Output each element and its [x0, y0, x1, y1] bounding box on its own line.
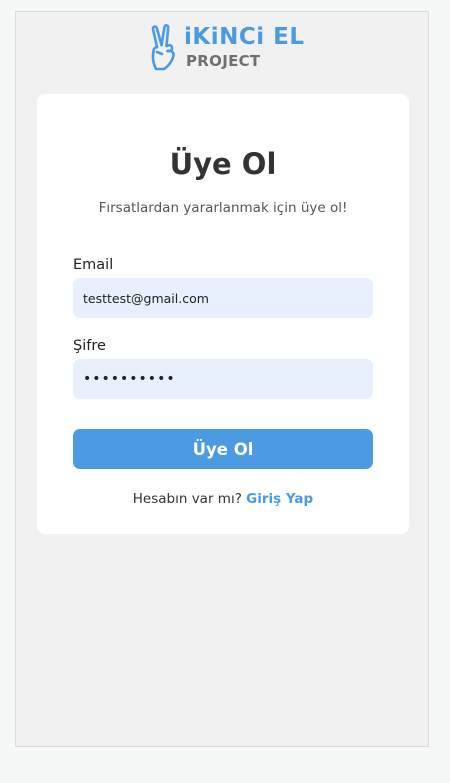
logo-title: iKiNCi EL [184, 24, 305, 50]
email-field[interactable] [73, 278, 373, 318]
password-field[interactable] [73, 359, 373, 399]
login-prompt-text: Hesabın var mı? [132, 491, 247, 507]
app-frame: iKiNCi EL PROJECT Üye Ol Fırsatlardan ya… [15, 11, 429, 747]
email-label: Email [73, 257, 114, 273]
login-link[interactable]: Giriş Yap [246, 491, 313, 507]
brand-logo: iKiNCi EL PROJECT [148, 21, 308, 75]
password-label: Şifre [73, 338, 106, 354]
signup-button[interactable]: Üye Ol [73, 429, 373, 469]
signup-card: Üye Ol Fırsatlardan yararlanmak için üye… [37, 94, 409, 534]
page-subtitle: Fırsatlardan yararlanmak için üye ol! [98, 200, 348, 216]
page-title: Üye Ol [169, 147, 277, 181]
login-prompt: Hesabın var mı? Giriş Yap [37, 489, 409, 509]
victory-hand-icon [151, 24, 175, 71]
logo-subtitle: PROJECT [186, 52, 261, 70]
